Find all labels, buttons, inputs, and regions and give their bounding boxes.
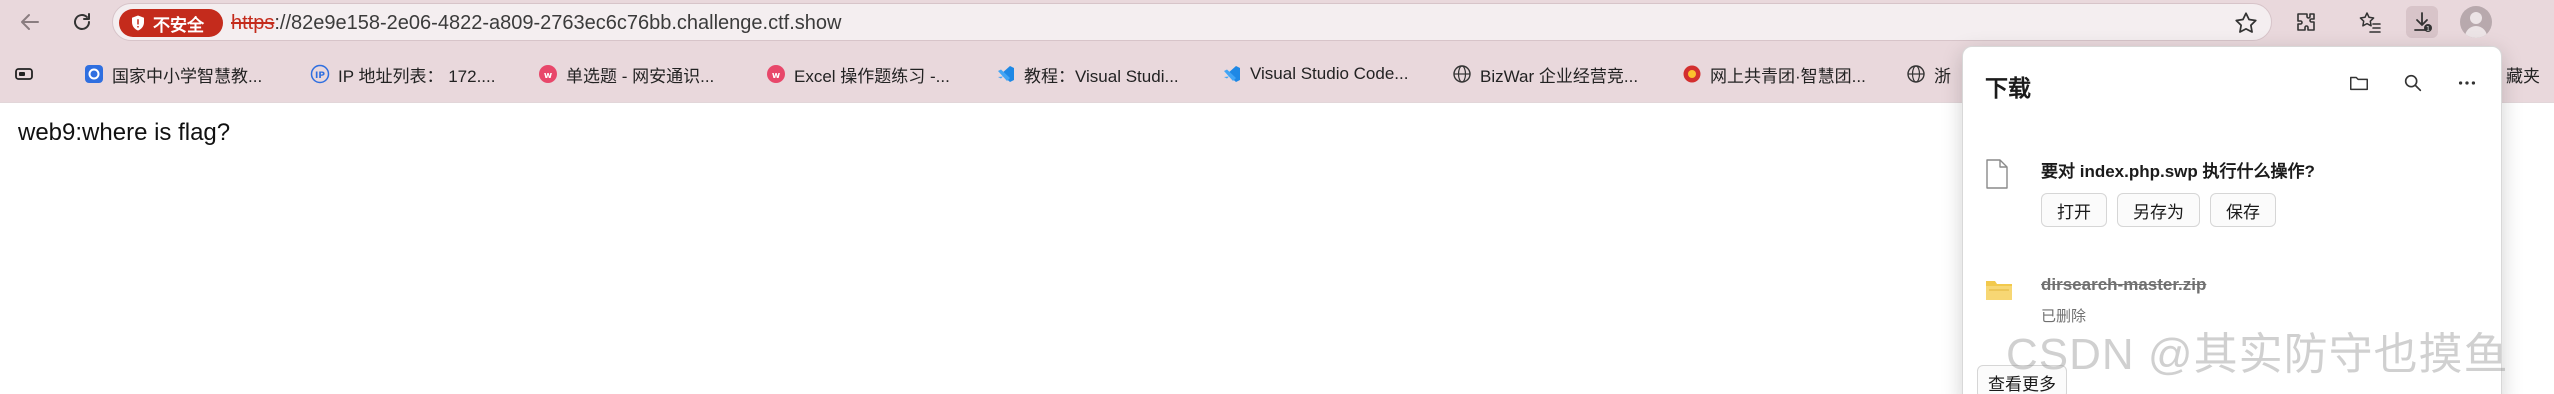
more-icon	[2458, 81, 2476, 85]
bookmark-item[interactable]: w 单选题 - 网安通识...	[538, 60, 714, 88]
svg-text:w: w	[544, 71, 552, 81]
back-button[interactable]	[12, 4, 48, 40]
more-options-button[interactable]	[2447, 65, 2487, 101]
url-scheme: https	[231, 12, 275, 34]
quiz-app-icon: w	[766, 64, 786, 84]
puzzle-icon	[2297, 13, 2315, 31]
bookmark-label: BizWar 企业经营竞...	[1480, 66, 1639, 86]
shield-warning-icon	[132, 15, 144, 31]
open-button[interactable]: 打开	[2041, 193, 2107, 227]
watermark: CSDN @其实防守也摸鱼	[2006, 330, 2509, 379]
quiz-app-icon: w	[538, 64, 558, 84]
youth-league-icon	[1682, 64, 1702, 84]
bookmark-label: 国家中小学智慧教...	[112, 66, 263, 86]
vscode-icon	[996, 64, 1016, 84]
other-favorites[interactable]: 藏夹	[2506, 60, 2540, 88]
download-choice-buttons: 打开 另存为 保存	[2041, 193, 2276, 227]
insecure-badge[interactable]: 不安全	[119, 9, 223, 37]
reload-icon	[74, 13, 90, 30]
download-filename: dirsearch-master.zip	[2041, 275, 2207, 294]
arrow-left-icon	[21, 14, 39, 30]
folder-icon	[2350, 76, 2368, 91]
smart-edu-icon	[84, 64, 104, 84]
downloads-title: 下载	[1985, 75, 2031, 101]
svg-text:IP: IP	[315, 71, 325, 81]
search-icon	[2404, 74, 2422, 92]
zip-folder-icon	[1986, 281, 2012, 300]
bookmark-item[interactable]: 国家中小学智慧教...	[84, 60, 262, 88]
bookmarks-menu-button[interactable]	[14, 60, 34, 88]
reload-button[interactable]	[64, 4, 100, 40]
avatar-head	[2470, 12, 2482, 24]
bookmark-label: 教程：Visual Studi...	[1024, 66, 1179, 86]
extensions-button[interactable]	[2290, 6, 2322, 38]
bookmark-item[interactable]: 浙	[1906, 60, 1951, 88]
star-icon	[2235, 12, 2257, 33]
bookmark-item[interactable]: 网上共青团·智慧团...	[1682, 60, 1866, 88]
profile-avatar[interactable]	[2460, 6, 2492, 38]
open-folder-button[interactable]	[2339, 65, 2379, 101]
bookmark-label: Excel 操作题练习 -...	[794, 66, 950, 86]
bookmark-label: Visual Studio Code...	[1250, 64, 1409, 83]
globe-icon	[1452, 64, 1472, 84]
avatar-body	[2465, 26, 2487, 38]
favorites-list-icon	[2359, 12, 2381, 33]
bookmark-item[interactable]: BizWar 企业经营竞...	[1452, 60, 1638, 88]
url-text[interactable]: https://82e9e158-2e06-4822-a809-2763ec6c…	[231, 12, 841, 35]
url-host: ://82e9e158-2e06-4822-a809-2763ec6c76bb.…	[274, 12, 842, 34]
bookmark-item[interactable]: Visual Studio Code...	[1222, 60, 1408, 88]
bookmark-label: 藏夹	[2506, 66, 2540, 86]
toolbar: 不安全 https://82e9e158-2e06-4822-a809-2763…	[0, 0, 2554, 44]
bookmark-item[interactable]: IP IP 地址列表： 172....	[310, 60, 495, 88]
page-heading-text: web9:where is flag?	[18, 119, 231, 146]
ip-icon: IP	[310, 64, 330, 84]
save-button[interactable]: 保存	[2210, 193, 2276, 227]
save-as-button[interactable]: 另存为	[2117, 193, 2200, 227]
bookmark-label: 网上共青团·智慧团...	[1710, 66, 1866, 86]
file-icon	[1986, 159, 2008, 189]
address-bar[interactable]: 不安全 https://82e9e158-2e06-4822-a809-2763…	[112, 3, 2272, 41]
bookmark-label: IP 地址列表： 172....	[338, 66, 496, 86]
bookmark-item[interactable]: w Excel 操作题练习 -...	[766, 60, 950, 88]
svg-text:1: 1	[2426, 26, 2430, 33]
download-item-pending: 要对 index.php.swp 执行什么操作? 打开 另存为 保存	[1985, 157, 2481, 257]
favorite-button[interactable]	[2233, 10, 2259, 36]
downloads-button[interactable]: 1	[2406, 6, 2438, 38]
vscode-icon	[1222, 64, 1242, 84]
downloads-actions	[2339, 65, 2487, 101]
svg-text:w: w	[772, 71, 780, 81]
bookmark-label: 单选题 - 网安通识...	[566, 66, 715, 86]
bookmark-item[interactable]: 教程：Visual Studi...	[996, 60, 1179, 88]
download-icon: 1	[2414, 12, 2432, 33]
insecure-label: 不安全	[153, 15, 204, 35]
bookmarks-menu-icon	[14, 64, 34, 84]
favorites-button[interactable]	[2354, 6, 2386, 38]
download-question: 要对 index.php.swp 执行什么操作?	[2041, 162, 2315, 181]
search-downloads-button[interactable]	[2393, 65, 2433, 101]
globe-icon	[1906, 64, 1926, 84]
bookmark-label: 浙	[1934, 66, 1951, 86]
